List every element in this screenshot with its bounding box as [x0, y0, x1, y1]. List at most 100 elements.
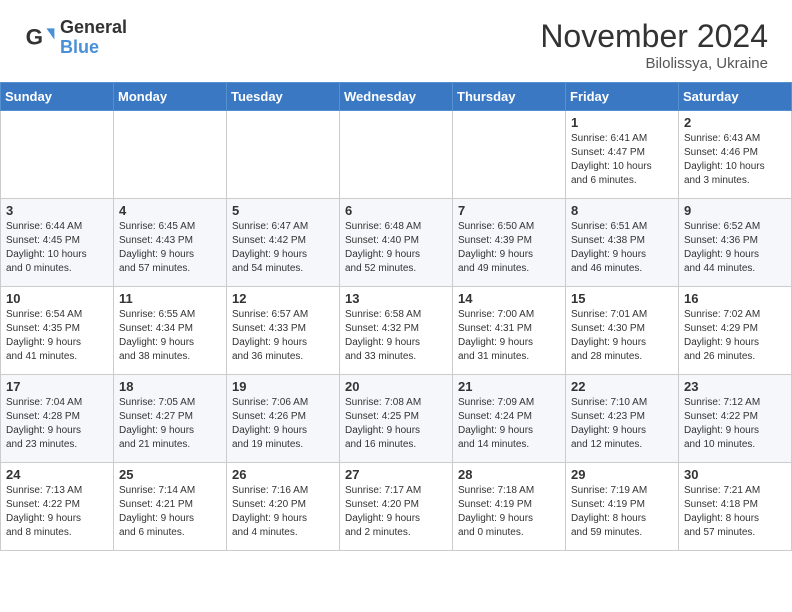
- weekday-header-row: SundayMondayTuesdayWednesdayThursdayFrid…: [1, 83, 792, 111]
- calendar-cell: [227, 111, 340, 199]
- calendar-cell: 19 Sunrise: 7:06 AM Sunset: 4:26 PM Dayli…: [227, 375, 340, 463]
- logo-text: General Blue: [60, 18, 127, 58]
- day-number: 2: [684, 115, 786, 130]
- day-number: 14: [458, 291, 560, 306]
- calendar-cell: 10 Sunrise: 6:54 AM Sunset: 4:35 PM Dayli…: [1, 287, 114, 375]
- calendar-cell: 21Sunrise: 7:09 AM Sunset: 4:24 PM Dayli…: [453, 375, 566, 463]
- day-number: 15: [571, 291, 673, 306]
- calendar-cell: 26Sunrise: 7:16 AM Sunset: 4:20 PM Dayli…: [227, 463, 340, 551]
- day-number: 29: [571, 467, 673, 482]
- day-number: 30: [684, 467, 786, 482]
- day-number: 23: [684, 379, 786, 394]
- day-info: Sunrise: 7:10 AM Sunset: 4:23 PM Dayligh…: [571, 396, 673, 452]
- day-info: Sunrise: 6:50 AM Sunset: 4:39 PM Dayligh…: [458, 220, 560, 276]
- calendar-cell: 13 Sunrise: 6:58 AM Sunset: 4:32 PM Dayli…: [340, 287, 453, 375]
- logo-blue: Blue: [60, 38, 127, 58]
- title-block: November 2024 Bilolissya, Ukraine: [540, 18, 768, 72]
- day-info: Sunrise: 6:55 AM Sunset: 4:34 PM Dayligh…: [119, 308, 221, 364]
- logo-icon: G: [24, 22, 56, 54]
- day-info: Sunrise: 7:16 AM Sunset: 4:20 PM Dayligh…: [232, 484, 334, 540]
- day-info: Sunrise: 7:04 AM Sunset: 4:28 PM Dayligh…: [6, 396, 108, 452]
- calendar-cell: 17Sunrise: 7:04 AM Sunset: 4:28 PM Dayli…: [1, 375, 114, 463]
- calendar-cell: 25Sunrise: 7:14 AM Sunset: 4:21 PM Dayli…: [114, 463, 227, 551]
- calendar-cell: 28Sunrise: 7:18 AM Sunset: 4:19 PM Dayli…: [453, 463, 566, 551]
- day-info: Sunrise: 6:54 AM Sunset: 4:35 PM Dayligh…: [6, 308, 108, 364]
- calendar-cell: 23 Sunrise: 7:12 AM Sunset: 4:22 PM Dayli…: [679, 375, 792, 463]
- day-number: 25: [119, 467, 221, 482]
- day-number: 12: [232, 291, 334, 306]
- weekday-header-tuesday: Tuesday: [227, 83, 340, 111]
- day-info: Sunrise: 7:18 AM Sunset: 4:19 PM Dayligh…: [458, 484, 560, 540]
- page-header: G General Blue November 2024 Bilolissya,…: [0, 0, 792, 82]
- day-info: Sunrise: 6:51 AM Sunset: 4:38 PM Dayligh…: [571, 220, 673, 276]
- weekday-header-sunday: Sunday: [1, 83, 114, 111]
- week-row-2: 3 Sunrise: 6:44 AM Sunset: 4:45 PM Daylig…: [1, 199, 792, 287]
- day-info: Sunrise: 7:08 AM Sunset: 4:25 PM Dayligh…: [345, 396, 447, 452]
- day-number: 11: [119, 291, 221, 306]
- day-info: Sunrise: 7:00 AM Sunset: 4:31 PM Dayligh…: [458, 308, 560, 364]
- day-info: Sunrise: 6:57 AM Sunset: 4:33 PM Dayligh…: [232, 308, 334, 364]
- calendar-cell: 9 Sunrise: 6:52 AM Sunset: 4:36 PM Daylig…: [679, 199, 792, 287]
- calendar-cell: [114, 111, 227, 199]
- calendar-cell: 7 Sunrise: 6:50 AM Sunset: 4:39 PM Daylig…: [453, 199, 566, 287]
- day-number: 6: [345, 203, 447, 218]
- calendar-cell: 16 Sunrise: 7:02 AM Sunset: 4:29 PM Dayli…: [679, 287, 792, 375]
- calendar-cell: 8 Sunrise: 6:51 AM Sunset: 4:38 PM Daylig…: [566, 199, 679, 287]
- day-info: Sunrise: 7:12 AM Sunset: 4:22 PM Dayligh…: [684, 396, 786, 452]
- week-row-3: 10 Sunrise: 6:54 AM Sunset: 4:35 PM Dayli…: [1, 287, 792, 375]
- day-info: Sunrise: 7:09 AM Sunset: 4:24 PM Dayligh…: [458, 396, 560, 452]
- location: Bilolissya, Ukraine: [540, 55, 768, 72]
- calendar-cell: 5 Sunrise: 6:47 AM Sunset: 4:42 PM Daylig…: [227, 199, 340, 287]
- logo-general: General: [60, 18, 127, 38]
- logo: G General Blue: [24, 18, 127, 58]
- day-info: Sunrise: 6:58 AM Sunset: 4:32 PM Dayligh…: [345, 308, 447, 364]
- day-number: 7: [458, 203, 560, 218]
- day-number: 3: [6, 203, 108, 218]
- day-number: 10: [6, 291, 108, 306]
- day-info: Sunrise: 6:52 AM Sunset: 4:36 PM Dayligh…: [684, 220, 786, 276]
- day-info: Sunrise: 6:41 AM Sunset: 4:47 PM Dayligh…: [571, 132, 673, 188]
- day-number: 16: [684, 291, 786, 306]
- day-info: Sunrise: 7:21 AM Sunset: 4:18 PM Dayligh…: [684, 484, 786, 540]
- weekday-header-monday: Monday: [114, 83, 227, 111]
- day-number: 22: [571, 379, 673, 394]
- day-info: Sunrise: 6:43 AM Sunset: 4:46 PM Dayligh…: [684, 132, 786, 188]
- day-number: 1: [571, 115, 673, 130]
- week-row-1: 1 Sunrise: 6:41 AM Sunset: 4:47 PM Daylig…: [1, 111, 792, 199]
- day-number: 13: [345, 291, 447, 306]
- calendar-cell: 30 Sunrise: 7:21 AM Sunset: 4:18 PM Dayli…: [679, 463, 792, 551]
- day-info: Sunrise: 6:47 AM Sunset: 4:42 PM Dayligh…: [232, 220, 334, 276]
- calendar-cell: 18 Sunrise: 7:05 AM Sunset: 4:27 PM Dayli…: [114, 375, 227, 463]
- day-info: Sunrise: 6:44 AM Sunset: 4:45 PM Dayligh…: [6, 220, 108, 276]
- calendar-cell: 2 Sunrise: 6:43 AM Sunset: 4:46 PM Daylig…: [679, 111, 792, 199]
- calendar-cell: 27Sunrise: 7:17 AM Sunset: 4:20 PM Dayli…: [340, 463, 453, 551]
- weekday-header-thursday: Thursday: [453, 83, 566, 111]
- calendar-table: SundayMondayTuesdayWednesdayThursdayFrid…: [0, 82, 792, 551]
- weekday-header-friday: Friday: [566, 83, 679, 111]
- day-info: Sunrise: 7:02 AM Sunset: 4:29 PM Dayligh…: [684, 308, 786, 364]
- day-info: Sunrise: 7:19 AM Sunset: 4:19 PM Dayligh…: [571, 484, 673, 540]
- calendar-cell: 20 Sunrise: 7:08 AM Sunset: 4:25 PM Dayli…: [340, 375, 453, 463]
- day-number: 20: [345, 379, 447, 394]
- weekday-header-wednesday: Wednesday: [340, 83, 453, 111]
- day-info: Sunrise: 6:45 AM Sunset: 4:43 PM Dayligh…: [119, 220, 221, 276]
- calendar-cell: 4Sunrise: 6:45 AM Sunset: 4:43 PM Daylig…: [114, 199, 227, 287]
- calendar-cell: 11 Sunrise: 6:55 AM Sunset: 4:34 PM Dayli…: [114, 287, 227, 375]
- day-number: 19: [232, 379, 334, 394]
- day-number: 18: [119, 379, 221, 394]
- day-info: Sunrise: 7:05 AM Sunset: 4:27 PM Dayligh…: [119, 396, 221, 452]
- day-info: Sunrise: 7:17 AM Sunset: 4:20 PM Dayligh…: [345, 484, 447, 540]
- day-info: Sunrise: 7:06 AM Sunset: 4:26 PM Dayligh…: [232, 396, 334, 452]
- calendar-cell: 1 Sunrise: 6:41 AM Sunset: 4:47 PM Daylig…: [566, 111, 679, 199]
- week-row-4: 17Sunrise: 7:04 AM Sunset: 4:28 PM Dayli…: [1, 375, 792, 463]
- calendar-cell: 22 Sunrise: 7:10 AM Sunset: 4:23 PM Dayli…: [566, 375, 679, 463]
- day-number: 9: [684, 203, 786, 218]
- calendar-cell: 14 Sunrise: 7:00 AM Sunset: 4:31 PM Dayli…: [453, 287, 566, 375]
- calendar-cell: 12 Sunrise: 6:57 AM Sunset: 4:33 PM Dayli…: [227, 287, 340, 375]
- calendar-cell: 15 Sunrise: 7:01 AM Sunset: 4:30 PM Dayli…: [566, 287, 679, 375]
- calendar-cell: 29 Sunrise: 7:19 AM Sunset: 4:19 PM Dayli…: [566, 463, 679, 551]
- day-info: Sunrise: 7:01 AM Sunset: 4:30 PM Dayligh…: [571, 308, 673, 364]
- day-number: 8: [571, 203, 673, 218]
- day-number: 5: [232, 203, 334, 218]
- day-number: 24: [6, 467, 108, 482]
